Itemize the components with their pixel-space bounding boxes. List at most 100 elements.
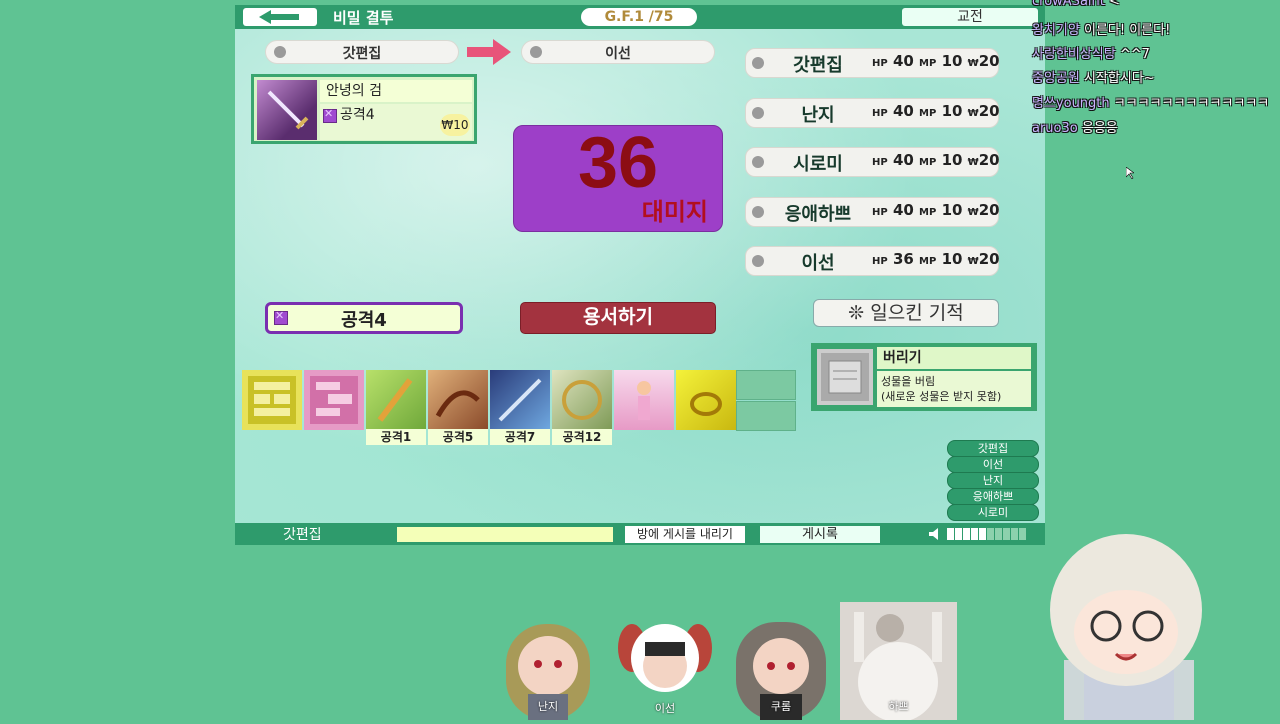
player-stats: HP 40 MP 10 ₩20 xyxy=(872,52,1000,70)
inventory-slot-3[interactable] xyxy=(366,370,426,430)
won-value: 20 xyxy=(978,102,1000,120)
inventory-slot-empty[interactable] xyxy=(736,401,796,431)
slot-label: 공격1 xyxy=(366,429,426,445)
player-row[interactable]: 이선 HP 36 MP 10 ₩20 xyxy=(745,246,1000,276)
post-button[interactable]: 방에 게시를 내리기 xyxy=(625,526,745,543)
hp-value: 40 xyxy=(892,52,914,70)
hp-label: HP xyxy=(872,157,888,168)
chat-message: 시작합시다~ xyxy=(1083,71,1155,86)
discard-desc-line: 성물을 버림 xyxy=(881,375,936,388)
mp-label: MP xyxy=(919,256,937,267)
player-name: 갓편집 xyxy=(793,55,843,76)
damage-label: 대미지 xyxy=(641,198,708,226)
page-title: 비밀 결투 xyxy=(333,9,394,27)
mp-value: 10 xyxy=(941,52,963,70)
order-item: 난지 xyxy=(947,472,1039,489)
chat-user: 사랑한비상식탕 xyxy=(1032,47,1116,62)
mp-label: MP xyxy=(919,207,937,218)
selected-card[interactable]: 안녕의 검 공격4 ₩10 xyxy=(251,74,477,144)
avatar: 난지 xyxy=(492,610,604,720)
whip-icon xyxy=(435,390,480,418)
won-label: ₩ xyxy=(967,207,979,218)
discard-card[interactable]: 버리기 성물을 버림 (새로운 성물은 받지 못함) xyxy=(811,343,1037,411)
won-label: ₩ xyxy=(967,256,979,267)
status-dot-icon xyxy=(752,255,764,267)
turn-to-pill: 이선 xyxy=(521,40,715,64)
hp-value: 36 xyxy=(892,250,914,268)
top-bar: 비밀 결투 G.F.1 /75 교전 xyxy=(235,5,1045,29)
turn-from-pill: 갓편집 xyxy=(265,40,459,64)
chat-line: crowASaint <^^ xyxy=(1032,0,1142,9)
chat-line: 왕치기양 이른다! 이른다! xyxy=(1032,19,1170,38)
card-cost: ₩10 xyxy=(440,114,470,136)
inventory-slot-empty[interactable] xyxy=(736,370,796,400)
card-attack-row: 공격4 ₩10 xyxy=(320,104,472,140)
speaker-icon xyxy=(929,528,938,540)
order-item: 이선 xyxy=(947,456,1039,473)
status-dot-icon xyxy=(752,206,764,218)
inventory-slot-8[interactable] xyxy=(676,370,736,430)
forgive-button[interactable]: 용서하기 xyxy=(520,302,716,334)
player-row[interactable]: 시로미 HP 40 MP 10 ₩20 xyxy=(745,147,1000,177)
mp-value: 10 xyxy=(941,250,963,268)
axe-icon xyxy=(562,380,602,420)
slot-label: 공격12 xyxy=(552,429,612,445)
attack-type-icon xyxy=(323,107,337,123)
discard-title: 버리기 xyxy=(877,347,1031,369)
volume-control[interactable] xyxy=(929,528,1027,545)
gf-counter: G.F.1 /75 xyxy=(581,8,697,26)
won-value: 20 xyxy=(978,250,1000,268)
layout-icon xyxy=(310,376,358,424)
sparkle-icon: ❊ xyxy=(848,302,865,324)
player-name: 시로미 xyxy=(793,154,843,175)
mp-label: MP xyxy=(919,108,937,119)
player-row[interactable]: 응애하쁘 HP 40 MP 10 ₩20 xyxy=(745,197,1000,227)
chat-line: 중앙공원 시작합시다~ xyxy=(1032,67,1155,86)
hp-label: HP xyxy=(872,108,888,119)
necklace-icon xyxy=(690,392,722,416)
card-attack: 공격4 xyxy=(340,107,375,123)
hp-label: HP xyxy=(872,58,888,69)
player-row[interactable]: 난지 HP 40 MP 10 ₩20 xyxy=(745,98,1000,128)
exchange-button[interactable]: 교전 xyxy=(902,8,1038,26)
inventory-slot-6[interactable] xyxy=(552,370,612,430)
status-dot-icon xyxy=(752,57,764,69)
inventory-slot-5[interactable] xyxy=(490,370,550,430)
chat-user: crowASaint xyxy=(1032,0,1105,9)
inventory-slot-7[interactable] xyxy=(614,370,674,430)
chat-line: aruo3o 응응응 xyxy=(1032,117,1118,136)
discard-icon xyxy=(817,349,873,405)
miracle-label: 일으킨 기적 xyxy=(870,302,964,324)
avatar-label: 난지 xyxy=(537,700,559,713)
player-name: 응애하쁘 xyxy=(784,204,852,225)
inventory-slot-1[interactable] xyxy=(242,370,302,430)
slot-label: 공격7 xyxy=(490,429,550,445)
damage-panel: 36 대미지 xyxy=(513,123,723,232)
player-stats: HP 40 MP 10 ₩20 xyxy=(872,201,1000,219)
inventory-slot-2[interactable] xyxy=(304,370,364,430)
staff-icon xyxy=(377,378,413,422)
player-row[interactable]: 갓편집 HP 40 MP 10 ₩20 xyxy=(745,48,1000,78)
avatar: 쿠롬 xyxy=(726,610,836,720)
message-input[interactable] xyxy=(397,527,613,542)
chat-user: aruo3o xyxy=(1032,121,1078,136)
avatar-label: 하쁘 xyxy=(888,700,909,713)
miracle-button[interactable]: ❊ 일으킨 기적 xyxy=(813,299,999,327)
avatar: 이선 xyxy=(612,608,718,720)
sword-icon xyxy=(257,80,317,140)
chat-message: 응응응 xyxy=(1081,121,1118,136)
hp-value: 40 xyxy=(892,102,914,120)
avatar-label: 이선 xyxy=(654,702,676,715)
inventory-slot-4[interactable] xyxy=(428,370,488,430)
order-item: 응애하쁘 xyxy=(947,488,1039,505)
streamer-avatar xyxy=(1024,520,1224,720)
board-button[interactable]: 게시록 xyxy=(760,526,880,543)
current-player: 갓편집 xyxy=(283,527,322,543)
player-stats: HP 40 MP 10 ₩20 xyxy=(872,151,1000,169)
status-dot-icon xyxy=(752,156,764,168)
chat-message: 이른다! 이른다! xyxy=(1083,23,1171,38)
attack-select-button[interactable]: 공격4 xyxy=(265,302,463,334)
avatar-label: 쿠롬 xyxy=(770,700,792,713)
won-value: 20 xyxy=(978,52,1000,70)
back-button[interactable] xyxy=(243,8,317,26)
